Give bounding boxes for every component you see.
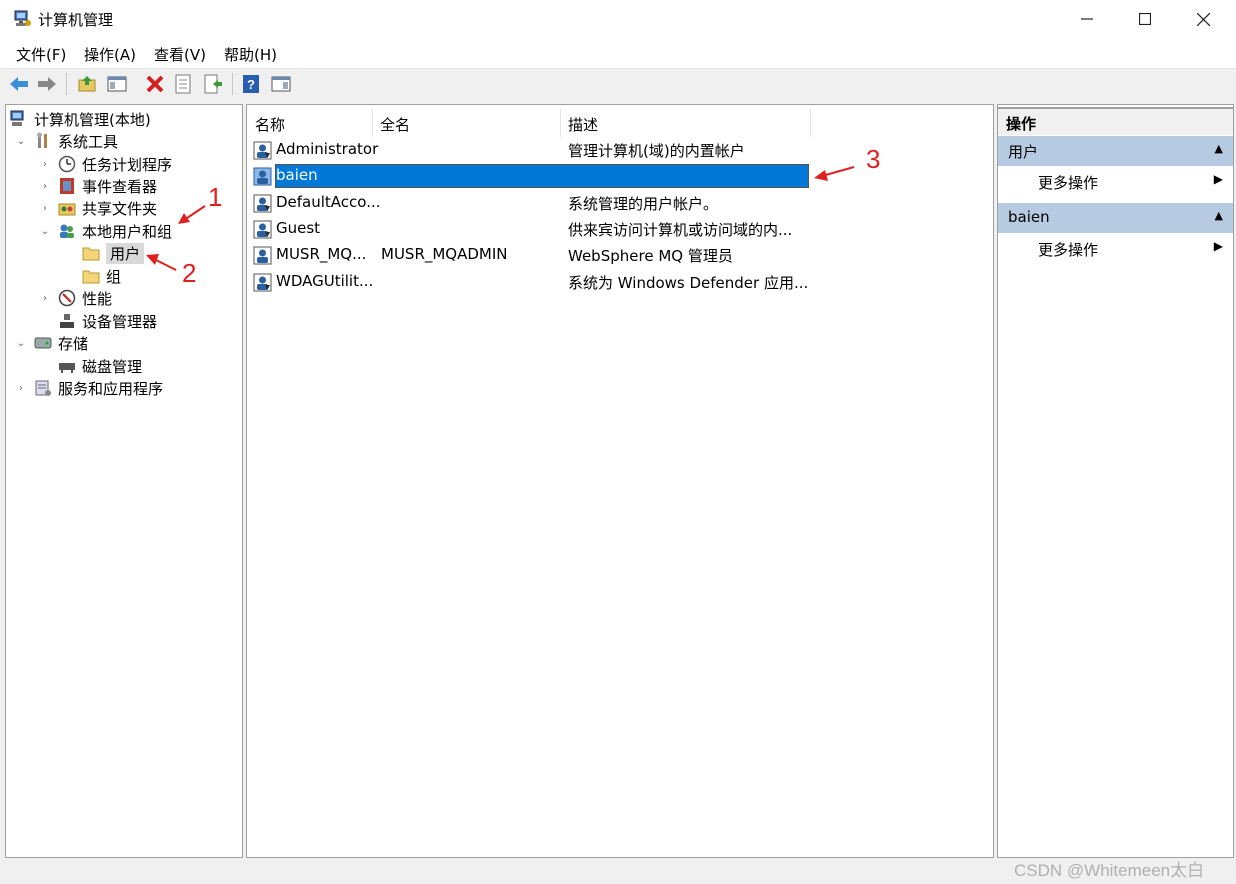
annotation-arrow-3 [814,166,855,181]
annotation-label-1: 1 [208,182,223,212]
annotation-layer [146,166,855,271]
watermark: CSDN @Whitemeen太白 [1014,861,1205,880]
annotation-arrow-2 [146,254,177,271]
annotation-arrow-1 [178,205,206,224]
annotation-label-2: 2 [182,258,197,288]
annotation-label-3: 3 [866,144,881,174]
